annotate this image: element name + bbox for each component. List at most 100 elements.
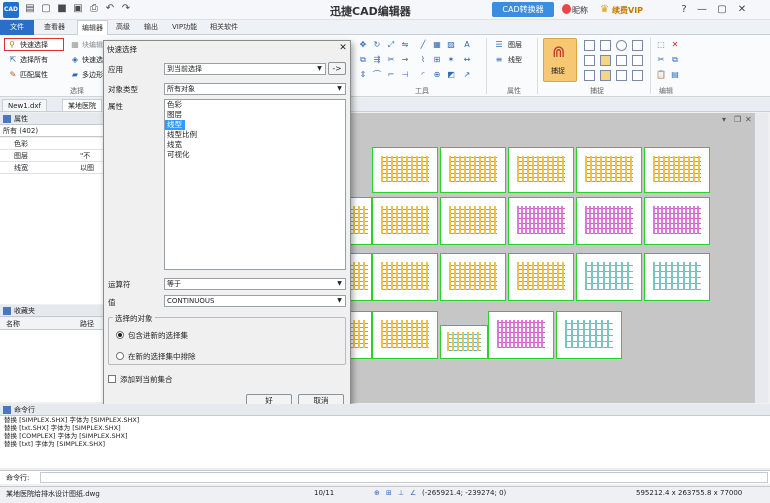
print-icon[interactable]: ⎙ bbox=[88, 3, 100, 15]
delete-icon[interactable]: ✕ bbox=[670, 40, 680, 50]
grid-toggle-icon[interactable]: ⊞ bbox=[386, 489, 392, 497]
tab-related-software[interactable]: 相关软件 bbox=[206, 20, 242, 35]
measure-icon[interactable]: ⊞ bbox=[432, 55, 442, 65]
region-icon[interactable]: ◩ bbox=[446, 70, 456, 80]
list-item[interactable]: 色彩 bbox=[165, 100, 345, 110]
text-tool-icon[interactable]: A bbox=[462, 40, 472, 50]
maximize-button[interactable]: ▢ bbox=[714, 2, 730, 18]
snap-endpoint-icon[interactable] bbox=[584, 40, 595, 51]
drawing-canvas[interactable] bbox=[344, 113, 754, 403]
list-item[interactable]: 图层 bbox=[165, 110, 345, 120]
view-options-icon[interactable]: ▾ bbox=[722, 115, 734, 125]
drawing-sheet[interactable] bbox=[440, 197, 506, 245]
drawing-sheet[interactable] bbox=[440, 253, 506, 301]
dimension-icon[interactable]: ↔ bbox=[462, 55, 472, 65]
snap-extension-icon[interactable] bbox=[632, 70, 643, 81]
drawing-sheet[interactable] bbox=[372, 311, 438, 359]
prop-value[interactable]: 以图 bbox=[80, 162, 94, 173]
rotate-icon[interactable]: ↻ bbox=[372, 40, 382, 50]
cad-converter-button[interactable]: CAD转换器 bbox=[492, 2, 554, 17]
linetype-button[interactable]: 线型 bbox=[508, 55, 522, 65]
copy-icon[interactable]: ⧉ bbox=[670, 55, 680, 65]
drawing-sheet[interactable] bbox=[372, 253, 438, 301]
minimize-button[interactable]: — bbox=[694, 2, 710, 18]
snap-tangent-icon[interactable] bbox=[616, 55, 627, 66]
drawing-sheet[interactable] bbox=[372, 147, 438, 193]
snap-center-icon[interactable] bbox=[616, 40, 627, 51]
drawing-sheet[interactable] bbox=[488, 311, 554, 359]
pick-objects-button[interactable]: -> bbox=[328, 62, 346, 75]
object-type-select[interactable]: 所有对象 ▼ bbox=[164, 83, 346, 95]
snap-insert-icon[interactable] bbox=[600, 70, 611, 81]
open-icon[interactable]: ▤ bbox=[24, 3, 36, 15]
close-button[interactable]: ✕ bbox=[734, 2, 750, 18]
include-radio[interactable] bbox=[116, 331, 124, 339]
exclude-option-label[interactable]: 在新的选择集中排除 bbox=[128, 351, 196, 362]
match-props-button[interactable]: 匹配属性 bbox=[20, 70, 48, 80]
properties-filter[interactable]: 所有 (402) bbox=[0, 125, 104, 137]
save-icon[interactable]: ■ bbox=[56, 3, 68, 15]
renew-vip-button[interactable]: 续费VIP bbox=[612, 5, 643, 16]
snap-parallel-icon[interactable] bbox=[616, 70, 627, 81]
fillet-icon[interactable]: ⌒ bbox=[372, 70, 382, 80]
move-icon[interactable]: ✥ bbox=[358, 40, 368, 50]
properties-listbox[interactable]: 色彩 图层 线型 线型比例 线宽 可视化 bbox=[164, 99, 346, 270]
quick-x-button[interactable]: 快速选 bbox=[82, 55, 103, 65]
drawing-sheet[interactable] bbox=[644, 147, 710, 193]
explode-icon[interactable]: ✶ bbox=[446, 55, 456, 65]
snap-intersection-icon[interactable] bbox=[584, 55, 595, 66]
line-tool-icon[interactable]: ╱ bbox=[418, 40, 428, 50]
snap-quadrant-icon[interactable] bbox=[600, 55, 611, 66]
redo-icon[interactable]: ↷ bbox=[120, 3, 132, 15]
select-tool-icon[interactable]: ⬚ bbox=[656, 40, 666, 50]
hatch-icon[interactable]: ▨ bbox=[446, 40, 456, 50]
canvas-vertical-scrollbar[interactable] bbox=[754, 113, 768, 403]
polar-toggle-icon[interactable]: ∠ bbox=[410, 489, 416, 497]
dialog-close-button[interactable]: ✕ bbox=[337, 42, 349, 54]
paste-special-icon[interactable]: ▤ bbox=[670, 70, 680, 80]
stretch-icon[interactable]: ⇕ bbox=[358, 70, 368, 80]
new-icon[interactable]: ▢ bbox=[40, 3, 52, 15]
nickname-link[interactable]: 昵称 bbox=[572, 5, 588, 16]
exclude-radio[interactable] bbox=[116, 352, 124, 360]
chamfer-icon[interactable]: ⌐ bbox=[386, 70, 396, 80]
array-icon[interactable]: ▦ bbox=[432, 40, 442, 50]
col-path[interactable]: 路径 bbox=[80, 318, 94, 329]
snap-nearest-icon[interactable] bbox=[584, 70, 595, 81]
trim-icon[interactable]: ✂ bbox=[386, 55, 396, 65]
tab-editor[interactable]: 编辑器 bbox=[77, 20, 108, 35]
leader-icon[interactable]: ↗ bbox=[462, 70, 472, 80]
append-label[interactable]: 添加到当前集合 bbox=[120, 374, 173, 385]
mirror-icon[interactable]: ⇋ bbox=[400, 40, 410, 50]
break-icon[interactable]: ⊣ bbox=[400, 70, 410, 80]
tab-output[interactable]: 输出 bbox=[140, 20, 162, 35]
drawing-sheet[interactable] bbox=[576, 147, 642, 193]
drawing-sheet[interactable] bbox=[644, 197, 710, 245]
ortho-toggle-icon[interactable]: ⊥ bbox=[398, 489, 404, 497]
layer-button[interactable]: 图层 bbox=[508, 40, 522, 50]
scale-icon[interactable]: ⤢ bbox=[386, 40, 396, 50]
drawing-sheet[interactable] bbox=[440, 147, 506, 193]
drawing-sheet[interactable] bbox=[508, 147, 574, 193]
drawing-sheet[interactable] bbox=[508, 197, 574, 245]
list-item-selected[interactable]: 线型 bbox=[165, 120, 185, 130]
include-option-label[interactable]: 包含进新的选择集 bbox=[128, 330, 188, 341]
operator-select[interactable]: 等于 ▼ bbox=[164, 278, 346, 290]
drawing-sheet[interactable] bbox=[508, 253, 574, 301]
snap-node-icon[interactable] bbox=[632, 40, 643, 51]
paste-icon[interactable]: 📋 bbox=[656, 70, 666, 80]
tab-vip[interactable]: VIP功能 bbox=[168, 20, 201, 35]
apply-select[interactable]: 到当前选择 ▼ bbox=[164, 63, 326, 75]
join-icon[interactable]: ⊕ bbox=[432, 70, 442, 80]
drawing-sheet[interactable] bbox=[644, 253, 710, 301]
append-checkbox[interactable] bbox=[108, 375, 116, 383]
drawing-sheet[interactable] bbox=[576, 197, 642, 245]
arc-icon[interactable]: ◜ bbox=[418, 70, 428, 80]
polyline-icon[interactable]: ⌇ bbox=[418, 55, 428, 65]
select-all-button[interactable]: 选择所有 bbox=[20, 55, 48, 65]
drawing-sheet[interactable] bbox=[556, 311, 622, 359]
extend-icon[interactable]: → bbox=[400, 55, 410, 65]
doc-tab-new1[interactable]: New1.dxf bbox=[2, 99, 47, 112]
snap-perpendicular-icon[interactable] bbox=[632, 55, 643, 66]
value-select[interactable]: CONTINUOUS ▼ bbox=[164, 295, 346, 307]
